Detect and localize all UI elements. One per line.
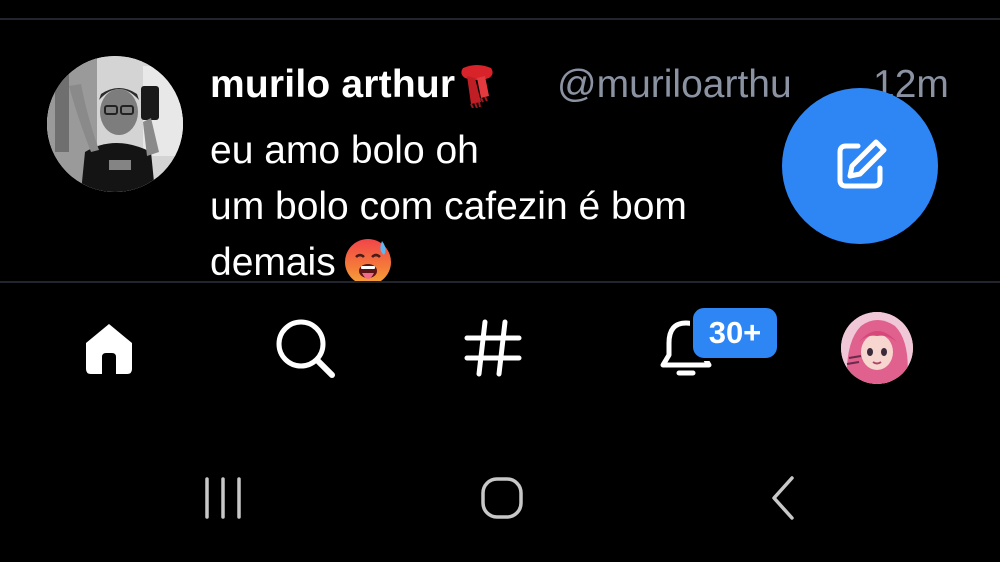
post-text-line: demais: [210, 241, 336, 284]
search-icon: [276, 319, 335, 378]
bottom-navigation: 30+: [0, 283, 1000, 433]
author-handle[interactable]: @muriloarthu: [557, 62, 792, 108]
back-icon: [772, 476, 794, 520]
compose-icon: [837, 139, 887, 189]
nav-home-button[interactable]: [59, 303, 159, 393]
system-navigation-bar: [0, 433, 1000, 562]
home-icon: [86, 324, 132, 374]
system-home-button[interactable]: [462, 463, 542, 533]
system-recents-button[interactable]: [183, 463, 263, 533]
post-text-line: um bolo com cafezin é bom: [210, 185, 687, 228]
nav-profile-button[interactable]: [827, 303, 927, 393]
nav-search-button[interactable]: [255, 303, 355, 393]
app-screen: murilo arthur @muriloarthu 12m eu amo bo…: [0, 0, 1000, 562]
post-text-line: eu amo bolo oh: [210, 129, 479, 172]
author-name[interactable]: murilo arthur: [210, 63, 455, 106]
compose-button[interactable]: [782, 88, 938, 244]
avatar: [841, 312, 913, 384]
author-avatar[interactable]: [47, 56, 183, 192]
home-circle-icon: [481, 477, 523, 519]
notifications-badge: 30+: [690, 305, 780, 361]
nav-feeds-button[interactable]: [443, 303, 543, 393]
hashtag-icon: [464, 319, 522, 377]
recents-icon: [205, 477, 241, 519]
scarf-emoji: [455, 62, 499, 109]
hot-face-emoji: [342, 235, 394, 287]
system-back-button[interactable]: [743, 463, 823, 533]
post-text: eu amo bolo oh um bolo com cafezin é bom…: [210, 123, 830, 291]
post-header: murilo arthur @muriloarthu 12m: [210, 62, 949, 109]
